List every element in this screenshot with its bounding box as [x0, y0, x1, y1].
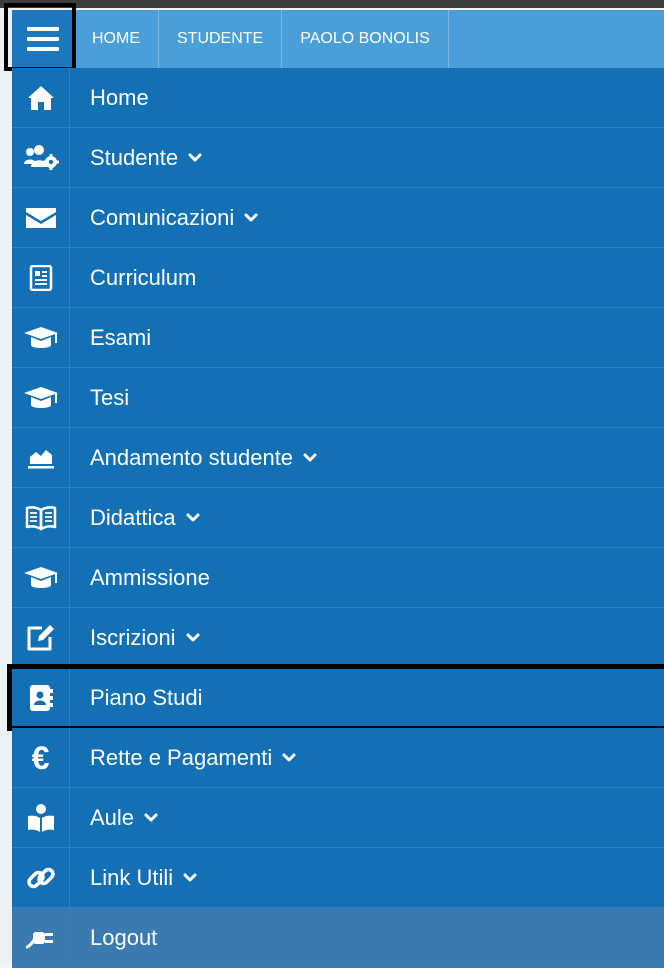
- menu-item-label: Aule: [90, 804, 135, 830]
- graduation-cap-icon: [23, 566, 58, 588]
- menu-item-logout[interactable]: Logout: [12, 908, 664, 968]
- chevron-down-icon: [144, 813, 158, 823]
- envelope-icon: [25, 207, 56, 228]
- menu-item-label: Curriculum: [90, 264, 197, 290]
- menu-item-andamento-studente[interactable]: Andamento studente: [12, 428, 664, 488]
- hamburger-menu-button[interactable]: [4, 3, 76, 71]
- menu-item-rette-e-pagamenti[interactable]: € Rette e Pagamenti: [12, 728, 664, 788]
- menu-item-didattica[interactable]: Didattica: [12, 488, 664, 548]
- breadcrumb-user[interactable]: PAOLO BONOLIS: [282, 10, 449, 68]
- side-menu: Home Studente Comunicazioni Curriculum E…: [7, 68, 664, 968]
- breadcrumb: HOME STUDENTE PAOLO BONOLIS: [74, 10, 449, 68]
- menu-item-label: Ammissione: [90, 564, 210, 590]
- menu-item-label: Esami: [90, 324, 152, 350]
- reader-icon: [27, 803, 54, 832]
- breadcrumb-home[interactable]: HOME: [74, 10, 159, 68]
- menu-item-link-utili[interactable]: Link Utili: [12, 848, 664, 908]
- plug-icon: [25, 931, 53, 948]
- menu-item-curriculum[interactable]: Curriculum: [12, 248, 664, 308]
- menu-item-label: Piano Studi: [90, 684, 203, 710]
- chevron-down-icon: [282, 753, 296, 763]
- address-book-icon: [29, 684, 53, 711]
- menu-item-tesi[interactable]: Tesi: [12, 368, 664, 428]
- menu-item-aule[interactable]: Aule: [12, 788, 664, 848]
- chevron-down-icon: [183, 873, 197, 883]
- highlight-frame: [4, 3, 76, 71]
- users-gear-icon: [23, 144, 59, 170]
- home-icon: [27, 85, 54, 110]
- menu-item-esami[interactable]: Esami: [12, 308, 664, 368]
- chevron-down-icon: [303, 453, 317, 463]
- menu-item-label: Andamento studente: [90, 444, 294, 470]
- menu-item-comunicazioni[interactable]: Comunicazioni: [12, 188, 664, 248]
- menu-item-label: Studente: [90, 144, 179, 170]
- chevron-down-icon: [186, 633, 200, 643]
- menu-item-label: Logout: [90, 924, 158, 950]
- graduation-cap-icon: [23, 386, 58, 408]
- menu-item-home[interactable]: Home: [12, 68, 664, 128]
- graduation-cap-icon: [23, 326, 58, 348]
- menu-item-label: Tesi: [90, 384, 130, 410]
- document-icon: [29, 264, 52, 291]
- menu-item-ammissione[interactable]: Ammissione: [12, 548, 664, 608]
- menu-item-iscrizioni[interactable]: Iscrizioni: [12, 608, 664, 668]
- chevron-down-icon: [244, 213, 258, 223]
- menu-item-label: Comunicazioni: [90, 204, 235, 230]
- left-edge: [0, 8, 12, 963]
- menu-item-label: Rette e Pagamenti: [90, 744, 273, 770]
- menu-item-label: Link Utili: [90, 864, 174, 890]
- breadcrumb-studente[interactable]: STUDENTE: [159, 10, 283, 68]
- area-chart-icon: [27, 449, 54, 468]
- top-bar: HOME STUDENTE PAOLO BONOLIS: [4, 3, 664, 71]
- link-icon: [26, 867, 55, 888]
- open-book-icon: [25, 505, 56, 530]
- euro-icon: €: [31, 739, 50, 776]
- menu-item-label: Home: [90, 84, 149, 110]
- menu-item-studente[interactable]: Studente: [12, 128, 664, 188]
- menu-item-label: Didattica: [90, 504, 176, 530]
- chevron-down-icon: [188, 153, 202, 163]
- chevron-down-icon: [186, 513, 200, 523]
- top-edge: [0, 0, 664, 8]
- menu-item-piano-studi[interactable]: Piano Studi: [7, 664, 664, 731]
- menu-item-label: Iscrizioni: [90, 624, 176, 650]
- edit-icon: [27, 624, 54, 650]
